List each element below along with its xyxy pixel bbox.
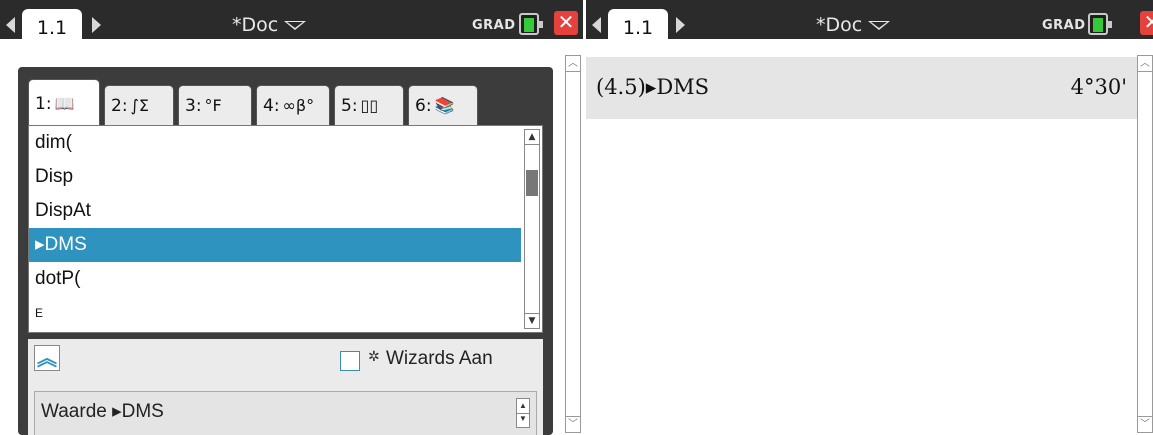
tab-catalog-units[interactable]: 3: °F (178, 85, 252, 125)
document-menu[interactable]: *Doc (232, 14, 307, 36)
page-scrollbar[interactable]: ︿ ﹀ (1137, 55, 1153, 433)
tab-catalog-templates[interactable]: 5: ▯▯ (334, 85, 404, 125)
catalog-list: dim( Disp DispAt ▸DMS dotP( E ▲ ▼ (28, 125, 543, 333)
scroll-up-icon[interactable]: ︿ (1138, 56, 1152, 72)
page-scrollbar[interactable]: ︿ ﹀ (565, 55, 581, 433)
double-chevron-up-icon: ︽ (37, 346, 57, 370)
catalog-footer: ︽ ✲ Wizards Aan Waarde ▸DMS ▲ ▼ (28, 339, 543, 435)
scroll-thumb[interactable] (526, 170, 538, 196)
wizards-label: Wizards Aan (386, 348, 493, 369)
list-item[interactable]: Disp (29, 160, 521, 194)
entry-expression: (4.5)▸DMS (596, 75, 710, 99)
next-page-arrow-icon[interactable] (92, 17, 101, 33)
tab-catalog-libraries[interactable]: 6: 📚 (408, 85, 478, 125)
catalog-dialog: 1: 📖 2: ∫Σ 3: °F 4: ∞β° 5: ▯▯ 6: 📚 dim( Disp D… (18, 67, 553, 435)
list-scrollbar[interactable]: ▲ ▼ (524, 129, 540, 329)
list-item[interactable]: E (29, 296, 521, 330)
top-bar: 1.1 *Doc GRAD ✕ (0, 0, 583, 47)
chevron-down-icon (868, 21, 891, 30)
scroll-down-icon[interactable]: ▼ (517, 412, 529, 427)
page-tab[interactable]: 1.1 (22, 9, 82, 47)
list-item[interactable]: DispAt (29, 194, 521, 228)
symbols-icon: ∞β° (282, 96, 315, 115)
temperature-units-icon: °F (204, 96, 222, 115)
left-calculator-screen: 1.1 *Doc GRAD ✕ 1: 📖 2: ∫Σ 3: °F 4: ∞β° 5: ▯▯ (0, 0, 583, 435)
library-books-icon: 📚 (434, 96, 455, 115)
tab-catalog-symbols[interactable]: 4: ∞β° (256, 85, 330, 125)
tab-catalog-alphabetical[interactable]: 1: 📖 (28, 79, 100, 126)
close-button[interactable]: ✕ (1140, 11, 1153, 35)
next-page-arrow-icon[interactable] (676, 17, 685, 33)
history-entry[interactable]: (4.5)▸DMS 4°30' (586, 57, 1137, 119)
integral-sigma-icon: ∫Σ (130, 96, 149, 115)
collapse-help-button[interactable]: ︽ (34, 345, 60, 371)
previous-page-arrow-icon[interactable] (592, 17, 601, 33)
tab-number: 5: (341, 96, 358, 116)
list-item-selected[interactable]: ▸DMS (29, 228, 521, 262)
scroll-down-icon[interactable]: ▼ (525, 313, 539, 328)
scroll-up-icon[interactable]: ︿ (566, 56, 580, 72)
list-item[interactable]: dotP( (29, 262, 521, 296)
angle-mode-indicator: GRAD (1042, 18, 1086, 33)
syntax-help-box: Waarde ▸DMS ▲ ▼ (34, 391, 537, 435)
tab-catalog-math[interactable]: 2: ∫Σ (104, 85, 174, 125)
list-item[interactable]: dim( (29, 126, 521, 160)
catalog-tabs: 1: 📖 2: ∫Σ 3: °F 4: ∞β° 5: ▯▯ 6: 📚 (28, 79, 543, 126)
close-button[interactable]: ✕ (554, 11, 578, 35)
book-icon: 📖 (54, 94, 75, 113)
document-menu[interactable]: *Doc (816, 14, 891, 36)
syntax-scroll[interactable]: ▲ ▼ (516, 398, 530, 428)
entry-result: 4°30' (1070, 75, 1127, 99)
syntax-help-text: Waarde ▸DMS (41, 401, 164, 422)
tab-number: 4: (263, 96, 280, 116)
wizard-wand-icon: ✲ (368, 349, 380, 365)
battery-icon (1088, 13, 1112, 35)
templates-icon: ▯▯ (360, 96, 379, 115)
angle-mode-indicator: GRAD (472, 18, 516, 33)
scroll-down-icon[interactable]: ﹀ (1138, 416, 1152, 432)
previous-page-arrow-icon[interactable] (6, 17, 15, 33)
tab-number: 2: (111, 96, 128, 116)
tab-number: 6: (415, 96, 432, 116)
battery-icon (519, 13, 543, 35)
chevron-down-icon (284, 21, 307, 30)
page-tab[interactable]: 1.1 (608, 9, 668, 47)
document-title: *Doc (232, 14, 279, 36)
tab-number: 1: (35, 94, 52, 114)
right-calculator-screen: 1.1 *Doc GRAD ✕ (4.5)▸DMS 4°30' ︿ ﹀ (586, 0, 1153, 435)
top-bar: 1.1 *Doc GRAD ✕ (586, 0, 1153, 47)
scroll-up-icon[interactable]: ▲ (525, 130, 539, 145)
scroll-down-icon[interactable]: ﹀ (566, 416, 580, 432)
tab-number: 3: (185, 96, 202, 116)
wizards-checkbox[interactable] (340, 351, 360, 371)
document-title: *Doc (816, 14, 863, 36)
